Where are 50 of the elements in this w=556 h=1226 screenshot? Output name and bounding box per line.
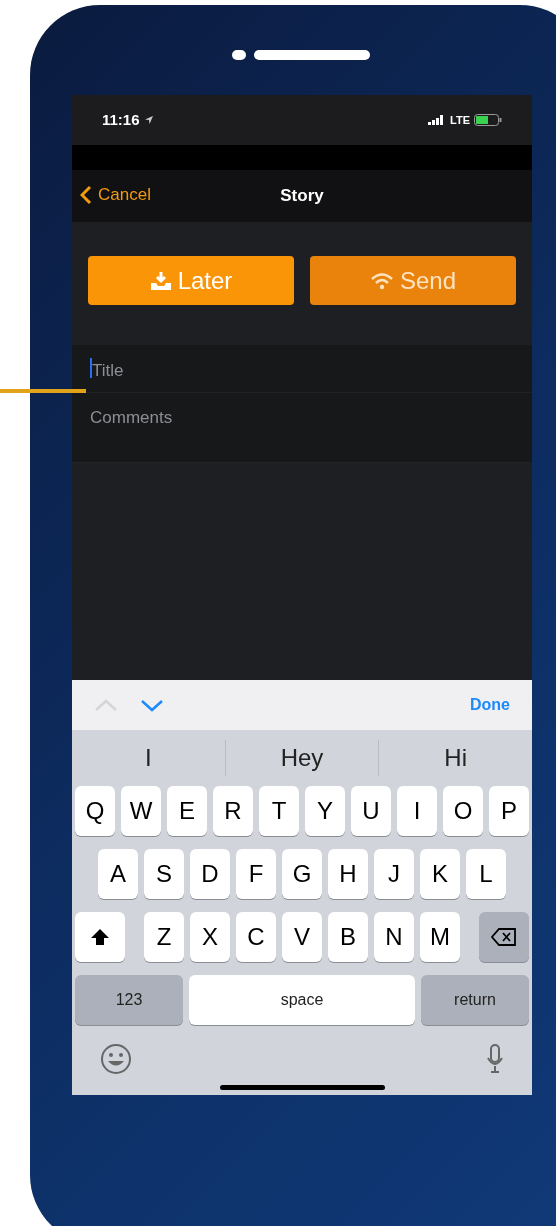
- letter-key[interactable]: X: [190, 912, 230, 962]
- download-tray-icon: [149, 270, 172, 291]
- letter-key[interactable]: A: [98, 849, 138, 899]
- letter-key[interactable]: P: [489, 786, 529, 836]
- letter-key[interactable]: K: [420, 849, 460, 899]
- function-key[interactable]: return: [421, 975, 529, 1025]
- letter-key[interactable]: M: [420, 912, 460, 962]
- text-cursor: [90, 358, 92, 378]
- letter-key[interactable]: L: [466, 849, 506, 899]
- letter-key[interactable]: U: [351, 786, 391, 836]
- back-chevron-icon: [80, 184, 92, 205]
- letter-key[interactable]: J: [374, 849, 414, 899]
- battery-icon: [474, 114, 502, 126]
- letter-key[interactable]: F: [236, 849, 276, 899]
- letter-key[interactable]: I: [397, 786, 437, 836]
- letter-key[interactable]: Y: [305, 786, 345, 836]
- wifi-icon: [369, 271, 394, 290]
- comments-field[interactable]: Comments: [72, 393, 532, 463]
- letter-key[interactable]: W: [121, 786, 161, 836]
- microphone-icon[interactable]: [486, 1044, 504, 1074]
- word-suggestion[interactable]: Hi: [444, 740, 467, 776]
- clock-time: 11:16: [102, 109, 140, 130]
- word-suggestion[interactable]: I: [145, 740, 152, 776]
- letter-key[interactable]: G: [282, 849, 322, 899]
- network-label: LTE: [450, 112, 470, 128]
- space-key[interactable]: space: [189, 975, 415, 1025]
- location-arrow-icon: [143, 115, 154, 125]
- word-suggestion[interactable]: Hey: [280, 740, 324, 776]
- letter-key[interactable]: R: [213, 786, 253, 836]
- cancel-button[interactable]: Cancel: [80, 182, 151, 208]
- shift-arrow-icon: [90, 928, 110, 946]
- letter-key[interactable]: Q: [75, 786, 115, 836]
- letter-key[interactable]: H: [328, 849, 368, 899]
- function-key[interactable]: 123: [75, 975, 183, 1025]
- letter-key[interactable]: C: [236, 912, 276, 962]
- shift-key[interactable]: [75, 912, 125, 962]
- letter-key[interactable]: S: [144, 849, 184, 899]
- letter-key[interactable]: D: [190, 849, 230, 899]
- letter-key[interactable]: N: [374, 912, 414, 962]
- screen-title: Story: [280, 185, 324, 208]
- next-field-chevron-icon[interactable]: [140, 698, 164, 712]
- emoji-icon[interactable]: [100, 1043, 132, 1075]
- letter-key[interactable]: T: [259, 786, 299, 836]
- letter-key[interactable]: V: [282, 912, 322, 962]
- letter-key[interactable]: B: [328, 912, 368, 962]
- letter-key[interactable]: O: [443, 786, 483, 836]
- backspace-icon: [491, 928, 517, 946]
- letter-key[interactable]: E: [167, 786, 207, 836]
- delete-key[interactable]: [479, 912, 529, 962]
- letter-key[interactable]: Z: [144, 912, 184, 962]
